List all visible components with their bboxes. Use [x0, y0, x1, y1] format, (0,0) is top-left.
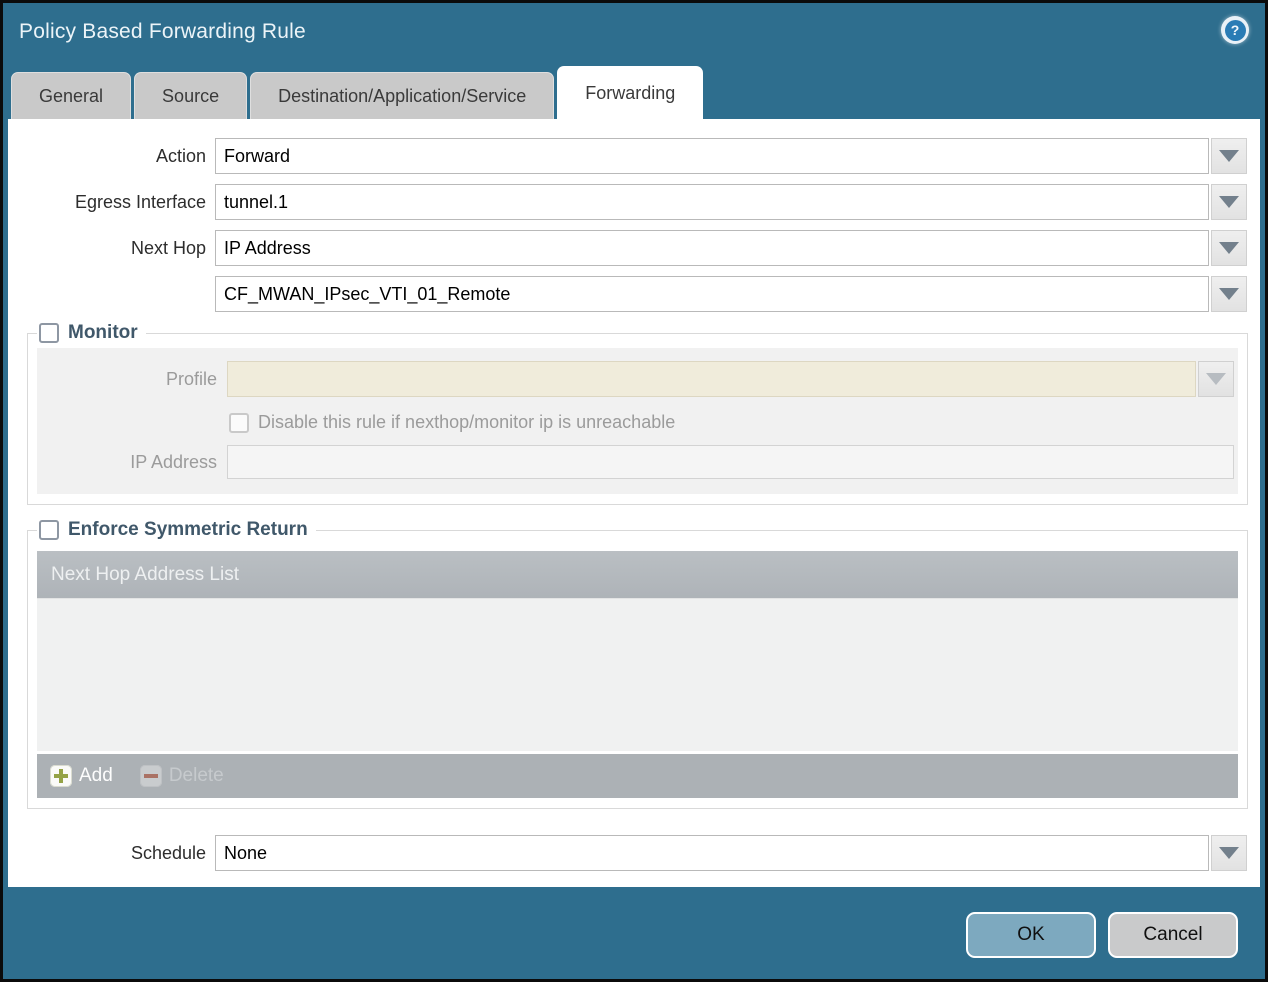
action-dropdown-button[interactable] — [1211, 138, 1247, 174]
next-hop-address-row — [8, 276, 1260, 312]
column-header-next-hop-address-list[interactable]: Next Hop Address List — [37, 551, 1238, 598]
profile-row: Profile — [37, 361, 1236, 397]
disable-rule-row: Disable this rule if nexthop/monitor ip … — [229, 412, 1236, 433]
next-hop-type-input[interactable] — [215, 230, 1209, 266]
help-question-glyph: ? — [1224, 19, 1246, 41]
action-row: Action — [8, 138, 1260, 174]
dialog-title: Policy Based Forwarding Rule — [19, 20, 306, 43]
action-input[interactable] — [215, 138, 1209, 174]
schedule-input[interactable] — [215, 835, 1209, 871]
monitor-fieldset: Monitor Profile Disable this rule if nex… — [27, 322, 1248, 505]
add-button-label: Add — [79, 765, 113, 786]
egress-interface-dropdown-button[interactable] — [1211, 184, 1247, 220]
next-hop-row: Next Hop — [8, 230, 1260, 266]
chevron-down-icon — [1206, 373, 1226, 385]
profile-dropdown-button — [1198, 361, 1234, 397]
help-icon[interactable]: ? — [1221, 16, 1249, 44]
next-hop-address-grid-toolbar: Add Delete — [37, 754, 1238, 798]
enforce-symmetric-return-fieldset: Enforce Symmetric Return Next Hop Addres… — [27, 519, 1248, 809]
tab-bar: General Source Destination/Application/S… — [3, 65, 1265, 119]
tab-general[interactable]: General — [11, 72, 132, 119]
disable-rule-label: Disable this rule if nexthop/monitor ip … — [258, 412, 676, 432]
monitor-ip-address-input — [227, 445, 1234, 479]
monitor-checkbox[interactable] — [39, 323, 59, 343]
tab-source[interactable]: Source — [134, 72, 248, 119]
minus-icon — [139, 765, 162, 787]
cancel-button[interactable]: Cancel — [1108, 911, 1238, 958]
next-hop-type-dropdown-button[interactable] — [1211, 230, 1247, 266]
dialog-footer: OK Cancel — [3, 887, 1265, 979]
monitor-legend-label: Monitor — [68, 322, 138, 343]
disable-rule-checkbox — [229, 412, 249, 433]
schedule-label: Schedule — [130, 842, 206, 863]
egress-interface-label: Egress Interface — [74, 191, 206, 212]
egress-interface-row: Egress Interface — [8, 184, 1260, 220]
profile-label: Profile — [165, 368, 217, 389]
schedule-row: Schedule — [8, 835, 1260, 871]
egress-interface-input[interactable] — [215, 184, 1209, 220]
delete-button-label: Delete — [168, 765, 224, 786]
next-hop-address-grid: Next Hop Address List Add Delete — [37, 551, 1238, 798]
tab-panel-forwarding: Action Egress Interface Next Hop — [8, 119, 1260, 887]
monitor-legend: Monitor — [37, 322, 146, 344]
tab-destination-application-service[interactable]: Destination/Application/Service — [250, 72, 555, 119]
next-hop-address-dropdown-button[interactable] — [1211, 276, 1247, 312]
policy-based-forwarding-dialog: Policy Based Forwarding Rule ? General S… — [0, 0, 1268, 982]
tab-forwarding[interactable]: Forwarding — [557, 66, 704, 119]
next-hop-address-input[interactable] — [215, 276, 1209, 312]
enforce-symmetric-return-legend-label: Enforce Symmetric Return — [68, 519, 308, 540]
add-button[interactable]: Add — [50, 765, 113, 787]
monitor-disabled-panel: Profile Disable this rule if nexthop/mon… — [37, 348, 1238, 494]
enforce-symmetric-return-legend: Enforce Symmetric Return — [37, 519, 316, 541]
next-hop-label: Next Hop — [130, 237, 206, 258]
monitor-ip-address-label: IP Address — [130, 451, 217, 472]
profile-input — [227, 361, 1196, 397]
monitor-ip-address-row: IP Address — [37, 445, 1236, 479]
chevron-down-icon — [1219, 242, 1239, 254]
schedule-dropdown-button[interactable] — [1211, 835, 1247, 871]
ok-button[interactable]: OK — [966, 911, 1096, 958]
plus-icon — [50, 765, 72, 787]
next-hop-address-grid-body[interactable] — [37, 598, 1238, 751]
chevron-down-icon — [1219, 847, 1239, 859]
chevron-down-icon — [1219, 150, 1239, 162]
chevron-down-icon — [1219, 196, 1239, 208]
dialog-titlebar: Policy Based Forwarding Rule ? — [3, 3, 1265, 65]
action-label: Action — [155, 145, 206, 166]
enforce-symmetric-return-checkbox[interactable] — [39, 520, 59, 540]
delete-button: Delete — [139, 765, 224, 787]
chevron-down-icon — [1219, 288, 1239, 300]
